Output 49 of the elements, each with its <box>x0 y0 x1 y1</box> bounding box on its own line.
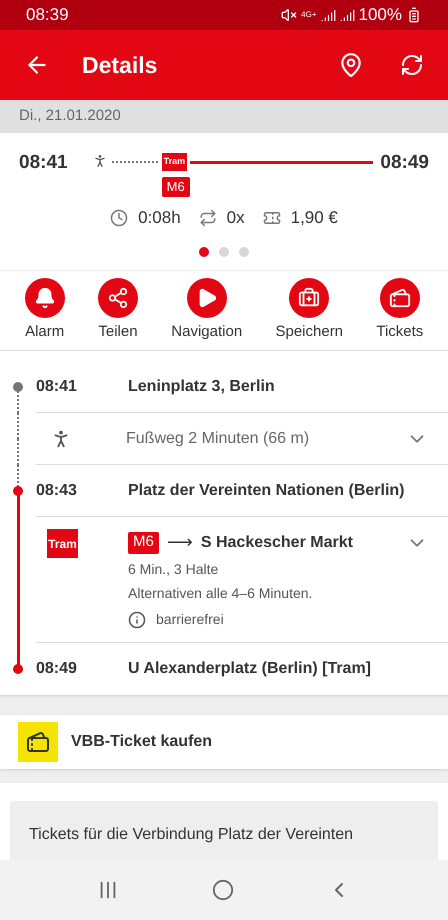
mute-icon <box>281 7 298 23</box>
network-type: 4G+ <box>301 9 317 21</box>
battery-percent: 100% <box>358 4 402 26</box>
play-icon <box>186 278 227 318</box>
line-badge: M6 <box>162 177 190 197</box>
stop-time: 08:43 <box>36 480 78 500</box>
trip-date: Di., 21.01.2020 <box>19 106 121 126</box>
price: 1,90 € <box>290 207 338 229</box>
tram-badge: Tram <box>162 153 188 171</box>
departure-time: 08:41 <box>19 151 68 175</box>
changes-count: 0x <box>226 207 245 229</box>
signal-icon <box>340 8 355 22</box>
duration: 0:08h <box>138 207 181 229</box>
signal-icon <box>320 8 336 22</box>
changes-icon <box>198 208 217 227</box>
stop-time: 08:41 <box>36 376 78 396</box>
ticket-icon <box>26 730 50 754</box>
action-button[interactable]: Navigation <box>171 278 242 344</box>
bell-icon <box>24 278 65 318</box>
briefcase-icon <box>289 278 330 318</box>
ticket-icon <box>380 278 420 318</box>
action-button[interactable]: Tickets <box>376 278 424 344</box>
ride-detail: 6 Min., 3 Halte <box>128 560 220 579</box>
refresh-button[interactable] <box>400 53 424 77</box>
line-badge: M6 <box>128 532 159 554</box>
share-icon <box>98 278 138 318</box>
status-time: 08:39 <box>26 4 69 26</box>
walk-row[interactable]: Fußweg 2 Minuten (66 m) <box>36 413 448 465</box>
home-icon <box>212 879 234 901</box>
stop-name: Platz der Vereinten Nationen (Berlin) <box>128 480 404 500</box>
ride-detail: Alternativen alle 4–6 Minuten. <box>128 584 314 603</box>
direction: S Hackescher Markt <box>200 532 354 552</box>
info-text: Tickets für die Verbindung Platz der Vereinten <box>29 826 354 843</box>
stop-name: U Alexanderplatz (Berlin) [Tram] <box>128 659 372 679</box>
home-button[interactable] <box>212 879 234 901</box>
stop-name: Leninplatz 3, Berlin <box>128 376 275 396</box>
buy-ticket-button[interactable]: VBB-Ticket kaufen <box>0 715 448 769</box>
page-title: Details <box>82 50 158 80</box>
duration-icon <box>110 208 128 227</box>
info-icon <box>128 610 146 628</box>
stop-time: 08:49 <box>36 659 78 679</box>
action-button[interactable]: Speichern <box>275 278 344 344</box>
direction-arrow: ⟶ <box>166 531 193 554</box>
tram-badge: Tram <box>47 529 78 558</box>
action-button[interactable]: Teilen <box>98 278 138 344</box>
refresh-icon <box>400 53 424 77</box>
action-button[interactable]: Alarm <box>24 278 65 344</box>
accessibility-note: barrierefrei <box>156 610 224 629</box>
arrival-time: 08:49 <box>380 151 429 175</box>
